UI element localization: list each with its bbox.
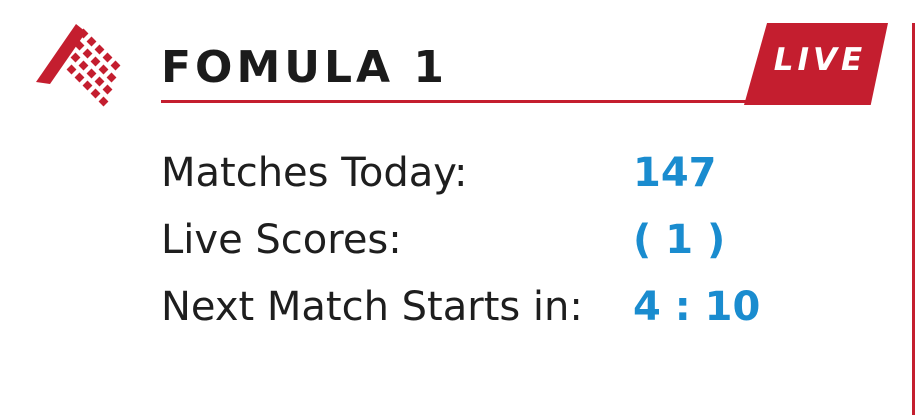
stat-row-live-scores: Live Scores: ( 1 ) [161,214,781,281]
stat-label: Matches Today: [161,150,468,196]
formula1-widget: FOMULA 1 LIVE Matches Today: 147 Live Sc… [0,0,915,415]
checkered-flag-icon [36,24,121,107]
stat-label: Next Match Starts in: [161,284,583,330]
live-badge-label: LIVE [773,42,867,78]
stat-row-next-match: Next Match Starts in: 4 : 10 [161,281,781,348]
stat-value[interactable]: ( 1 ) [633,214,725,266]
page-title: FOMULA 1 [161,42,448,93]
stat-row-matches-today: Matches Today: 147 [161,147,781,214]
header-divider [161,100,781,103]
stat-value: 4 : 10 [633,284,761,330]
live-badge[interactable]: LIVE [744,23,888,105]
stat-value: 147 [633,150,717,196]
stat-label: Live Scores: [161,217,402,263]
stats-list: Matches Today: 147 Live Scores: ( 1 ) Ne… [161,147,781,348]
